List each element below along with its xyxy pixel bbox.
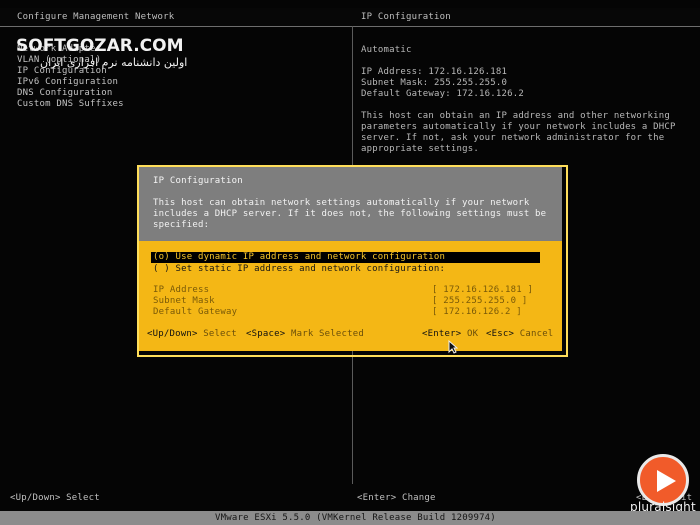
header-bar: Configure Management Network IP Configur… xyxy=(0,8,700,27)
ip-configuration-dialog: IP Configuration This host can obtain ne… xyxy=(139,167,562,351)
hint-space-mark: <Space> Mark Selected xyxy=(246,329,364,339)
menu-item-custom-dns-suffixes[interactable]: Custom DNS Suffixes xyxy=(17,99,124,110)
current-subnet-mask: Subnet Mask: 255.255.255.0 xyxy=(361,78,508,88)
hint-updown-key: <Up/Down> xyxy=(147,329,198,339)
subnet-mask-label: Subnet Mask xyxy=(153,296,215,306)
menu-item-ipv6-configuration[interactable]: IPv6 Configuration xyxy=(17,77,124,88)
footer-select-hint: <Up/Down> Select xyxy=(10,493,100,503)
hint-space-label: Mark Selected xyxy=(290,329,365,339)
ok-button[interactable]: <Enter> OK xyxy=(422,329,478,339)
option-static-ip[interactable]: ( ) Set static IP address and network co… xyxy=(153,264,445,274)
softgozar-watermark: SOFTGOZAR.COM xyxy=(16,36,184,56)
hint-updown-label: Select xyxy=(203,329,237,339)
ip-address-field[interactable]: [ 172.16.126.181 ] xyxy=(432,285,533,295)
ip-address-label: IP Address xyxy=(153,285,210,295)
option-dynamic-ip[interactable]: (o) Use dynamic IP address and network c… xyxy=(151,252,540,263)
vmware-build-info: VMware ESXi 5.5.0 (VMKernel Release Buil… xyxy=(215,513,496,523)
default-gateway-label: Default Gateway xyxy=(153,307,238,317)
status-bar: VMware ESXi 5.5.0 (VMKernel Release Buil… xyxy=(0,511,700,525)
footer-change-hint: <Enter> Change xyxy=(357,493,436,503)
current-default-gateway: Default Gateway: 172.16.126.2 xyxy=(361,89,524,99)
subnet-mask-field[interactable]: [ 255.255.255.0 ] xyxy=(432,296,528,306)
ip-mode-value: Automatic xyxy=(361,45,412,55)
dialog-description: This host can obtain network settings au… xyxy=(153,198,547,230)
dialog-header: IP Configuration This host can obtain ne… xyxy=(139,167,562,241)
current-ip-address: IP Address: 172.16.126.181 xyxy=(361,67,508,77)
play-triangle-icon xyxy=(657,470,676,492)
dialog-title: IP Configuration xyxy=(153,176,243,186)
softgozar-watermark-subtitle: اولین دانشنامه نرم افزاری ایران xyxy=(40,56,188,69)
cancel-button[interactable]: <Esc> Cancel xyxy=(486,329,553,339)
hint-space-key: <Space> xyxy=(246,329,286,339)
hint-enter-key: <Enter> xyxy=(422,329,462,339)
right-panel-description: This host can obtain an IP address and o… xyxy=(361,111,676,154)
play-icon[interactable] xyxy=(637,454,689,506)
default-gateway-field[interactable]: [ 172.16.126.2 ] xyxy=(432,307,522,317)
hint-enter-label: OK xyxy=(466,329,479,339)
header-left-title: Configure Management Network xyxy=(17,12,175,22)
header-right-title: IP Configuration xyxy=(361,12,451,22)
hint-esc-key: <Esc> xyxy=(486,329,515,339)
option-dynamic-ip-label: (o) Use dynamic IP address and network c… xyxy=(153,252,446,262)
hint-updown-select: <Up/Down> Select xyxy=(147,329,237,339)
mouse-cursor-icon xyxy=(448,340,458,354)
menu-item-dns-configuration[interactable]: DNS Configuration xyxy=(17,88,124,99)
hint-esc-label: Cancel xyxy=(519,329,554,339)
